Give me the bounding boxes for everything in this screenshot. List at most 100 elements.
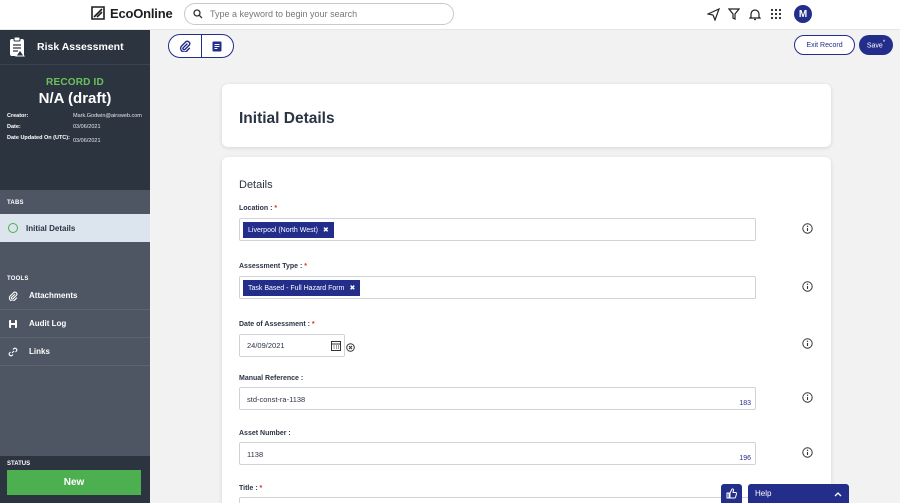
required-marker: * — [304, 263, 307, 270]
remove-chip-icon[interactable]: ✖ — [349, 284, 355, 292]
info-icon[interactable] — [802, 223, 813, 234]
sidebar-tool-audit-log[interactable]: Audit Log — [0, 310, 150, 338]
tool-label: Audit Log — [29, 319, 67, 328]
sidebar: Risk Assessment RECORD ID N/A (draft) Cr… — [0, 30, 150, 503]
module-title: Risk Assessment — [37, 41, 124, 53]
exit-record-button[interactable]: Exit Record — [794, 35, 855, 55]
brand-name: EcoOnline — [110, 5, 173, 21]
sidebar-header: Risk Assessment — [0, 30, 150, 64]
sidebar-tool-links[interactable]: Links — [0, 338, 150, 366]
search-icon — [193, 9, 203, 19]
assessment-type-label-text: Assessment Type : — [239, 263, 303, 270]
asset-number-input[interactable] — [247, 450, 647, 459]
record-action-pill — [168, 34, 234, 58]
required-marker: * — [259, 485, 263, 492]
date-of-assessment-label: Date of Assessment : * — [239, 321, 315, 328]
clear-date-icon[interactable] — [346, 343, 355, 352]
asset-number-field[interactable]: 196 — [239, 442, 756, 465]
required-marker: * — [311, 321, 315, 328]
help-label: Help — [755, 489, 772, 498]
title-field[interactable] — [239, 497, 756, 503]
save-label: Save — [866, 42, 883, 50]
date-label-text: Date of Assessment : — [239, 321, 310, 328]
asset-number-label: Asset Number : — [239, 430, 291, 437]
notes-button[interactable] — [200, 35, 234, 57]
status-new-button[interactable]: New — [7, 470, 141, 495]
manual-reference-label: Manual Reference : — [239, 375, 304, 382]
top-bar: EcoOnline M — [0, 0, 900, 30]
assessment-type-field[interactable]: Task Based - Full Hazard Form ✖ — [239, 276, 756, 299]
paper-plane-icon[interactable] — [706, 5, 720, 23]
help-panel-toggle[interactable]: Help — [748, 484, 849, 503]
status-box: STATUS New — [0, 456, 150, 503]
calendar-icon[interactable] — [331, 340, 341, 351]
meta-key: Creator: — [7, 113, 29, 119]
location-chip: Liverpool (North West) ✖ — [243, 222, 334, 238]
save-button[interactable]: Save* — [859, 35, 893, 55]
manual-reference-input[interactable] — [247, 395, 647, 404]
char-remaining-count: 196 — [739, 455, 751, 462]
meta-creator: Creator: Mark.Godwin@airsweb.com — [7, 113, 150, 120]
location-chip-label: Liverpool (North West) — [248, 226, 318, 234]
link-icon — [8, 347, 18, 356]
tab-label: Initial Details — [26, 223, 76, 233]
tool-label: Links — [29, 347, 50, 356]
save-icon — [9, 319, 17, 328]
bell-icon[interactable] — [748, 5, 762, 23]
meta-value: 03/06/2021 — [73, 123, 101, 130]
apps-grid-icon[interactable] — [769, 5, 783, 23]
search-input[interactable] — [210, 9, 430, 19]
tabs-section-label: TABS — [7, 200, 24, 206]
page-title: Initial Details — [239, 110, 335, 127]
meta-date-updated: Date Updated On (UTC): 03/06/2021 — [7, 135, 150, 145]
status-label: STATUS — [7, 461, 31, 467]
date-input[interactable] — [247, 341, 327, 350]
ecoonline-logo-icon — [91, 6, 105, 20]
location-field[interactable]: Liverpool (North West) ✖ — [239, 218, 756, 241]
assessment-type-label: Assessment Type : * — [239, 263, 307, 270]
paperclip-icon — [8, 291, 18, 301]
manual-reference-field[interactable]: 183 — [239, 387, 756, 410]
feedback-button[interactable] — [721, 484, 742, 503]
user-avatar[interactable]: M — [794, 5, 812, 23]
risk-document-icon — [10, 36, 25, 57]
location-label: Location : * — [239, 205, 277, 212]
details-form-card: Details Location : * Liverpool (North We… — [222, 157, 831, 503]
assessment-type-chip-label: Task Based - Full Hazard Form — [248, 284, 345, 292]
location-label-text: Location : — [239, 205, 273, 212]
filter-icon[interactable] — [727, 5, 741, 23]
meta-key: Date Updated On (UTC): — [7, 134, 70, 141]
chevron-up-icon — [834, 491, 842, 496]
attach-button[interactable] — [169, 35, 201, 57]
record-meta: Creator: Mark.Godwin@airsweb.com Date: 0… — [0, 113, 150, 145]
meta-date: Date: 03/06/2021 — [7, 124, 150, 131]
info-icon[interactable] — [802, 281, 813, 292]
unsaved-marker: * — [882, 40, 886, 47]
char-remaining-count: 183 — [739, 400, 751, 407]
required-marker: * — [274, 205, 278, 212]
date-of-assessment-field[interactable] — [239, 334, 345, 357]
search-bar[interactable] — [184, 3, 454, 25]
meta-key: Date: — [7, 123, 21, 130]
sidebar-tool-attachments[interactable]: Attachments — [0, 282, 150, 310]
sidebar-tab-initial-details[interactable]: Initial Details — [0, 214, 150, 242]
record-id-label: RECORD ID — [46, 77, 104, 88]
form-section-heading: Details — [239, 179, 273, 191]
tab-status-circle-icon — [8, 223, 18, 233]
top-icons: M — [706, 5, 812, 23]
title-label-text: Title : — [239, 485, 258, 492]
info-icon[interactable] — [802, 447, 813, 458]
record-id-value: N/A (draft) — [38, 90, 112, 107]
meta-value: Mark.Godwin@airsweb.com — [73, 113, 142, 119]
tool-label: Attachments — [29, 291, 78, 300]
assessment-type-chip: Task Based - Full Hazard Form ✖ — [243, 280, 361, 296]
info-icon[interactable] — [802, 338, 813, 349]
page-title-card: Initial Details — [222, 84, 831, 147]
meta-value: 03/06/2021 — [73, 137, 101, 144]
remove-chip-icon[interactable]: ✖ — [323, 226, 329, 234]
brand-logo[interactable]: EcoOnline — [90, 5, 173, 21]
info-icon[interactable] — [802, 392, 813, 403]
thumbs-up-icon — [726, 488, 737, 499]
notes-icon — [212, 41, 222, 51]
title-label: Title : * — [239, 485, 262, 492]
